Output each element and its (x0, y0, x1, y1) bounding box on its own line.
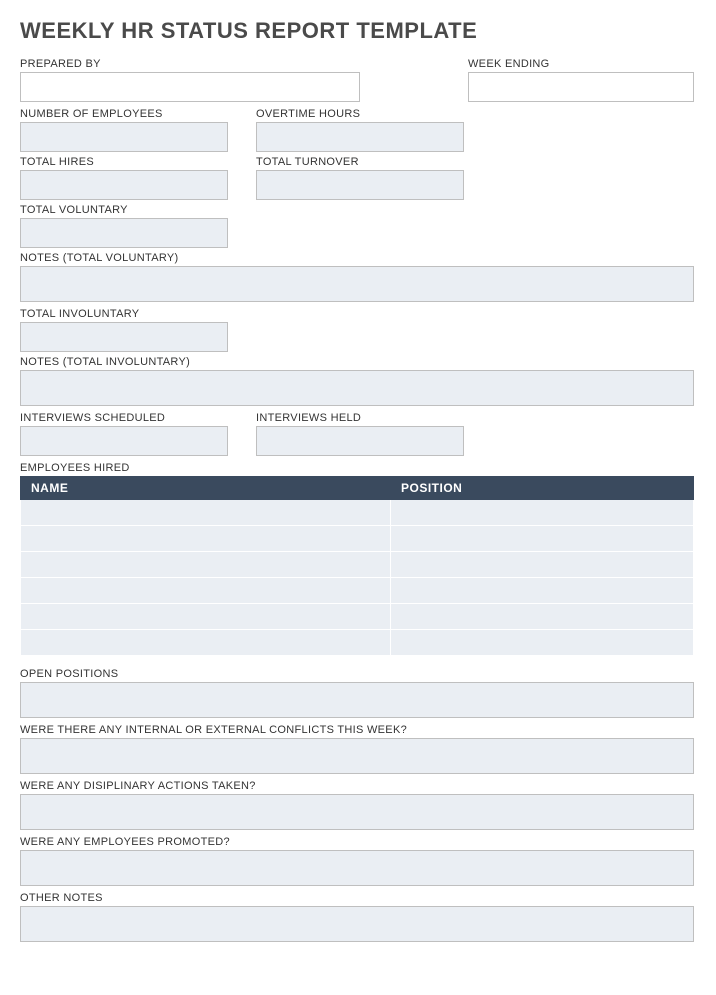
week-ending-input[interactable] (468, 72, 694, 102)
interviews-scheduled-input[interactable] (20, 426, 228, 456)
cell-name[interactable] (21, 500, 391, 526)
disciplinary-label: WERE ANY DISIPLINARY ACTIONS TAKEN? (20, 780, 696, 792)
total-involuntary-label: TOTAL INVOLUNTARY (20, 308, 228, 320)
num-employees-input[interactable] (20, 122, 228, 152)
notes-involuntary-label: NOTES (TOTAL INVOLUNTARY) (20, 356, 696, 368)
cell-name[interactable] (21, 578, 391, 604)
table-row (21, 526, 694, 552)
cell-position[interactable] (391, 630, 694, 656)
week-ending-label: WEEK ENDING (468, 58, 694, 70)
total-turnover-input[interactable] (256, 170, 464, 200)
page-title: WEEKLY HR STATUS REPORT TEMPLATE (20, 18, 696, 44)
total-turnover-label: TOTAL TURNOVER (256, 156, 464, 168)
other-notes-input[interactable] (20, 906, 694, 942)
table-header-position: POSITION (391, 477, 694, 500)
conflicts-input[interactable] (20, 738, 694, 774)
promoted-input[interactable] (20, 850, 694, 886)
disciplinary-input[interactable] (20, 794, 694, 830)
cell-name[interactable] (21, 552, 391, 578)
notes-voluntary-input[interactable] (20, 266, 694, 302)
prepared-by-label: PREPARED BY (20, 58, 360, 70)
table-row (21, 578, 694, 604)
total-involuntary-input[interactable] (20, 322, 228, 352)
total-hires-label: TOTAL HIRES (20, 156, 228, 168)
prepared-by-input[interactable] (20, 72, 360, 102)
cell-position[interactable] (391, 500, 694, 526)
total-voluntary-label: TOTAL VOLUNTARY (20, 204, 228, 216)
open-positions-input[interactable] (20, 682, 694, 718)
employees-hired-table: NAME POSITION (20, 476, 694, 656)
table-header-name: NAME (21, 477, 391, 500)
interviews-held-input[interactable] (256, 426, 464, 456)
other-notes-label: OTHER NOTES (20, 892, 696, 904)
cell-position[interactable] (391, 526, 694, 552)
interviews-held-label: INTERVIEWS HELD (256, 412, 464, 424)
table-row (21, 630, 694, 656)
total-hires-input[interactable] (20, 170, 228, 200)
total-voluntary-input[interactable] (20, 218, 228, 248)
interviews-scheduled-label: INTERVIEWS SCHEDULED (20, 412, 228, 424)
employees-hired-label: EMPLOYEES HIRED (20, 462, 696, 474)
notes-voluntary-label: NOTES (TOTAL VOLUNTARY) (20, 252, 696, 264)
open-positions-label: OPEN POSITIONS (20, 668, 696, 680)
cell-position[interactable] (391, 552, 694, 578)
cell-position[interactable] (391, 578, 694, 604)
num-employees-label: NUMBER OF EMPLOYEES (20, 108, 228, 120)
cell-name[interactable] (21, 604, 391, 630)
conflicts-label: WERE THERE ANY INTERNAL OR EXTERNAL CONF… (20, 724, 696, 736)
notes-involuntary-input[interactable] (20, 370, 694, 406)
table-row (21, 552, 694, 578)
cell-name[interactable] (21, 526, 391, 552)
table-row (21, 500, 694, 526)
cell-position[interactable] (391, 604, 694, 630)
overtime-hours-label: OVERTIME HOURS (256, 108, 464, 120)
overtime-hours-input[interactable] (256, 122, 464, 152)
promoted-label: WERE ANY EMPLOYEES PROMOTED? (20, 836, 696, 848)
cell-name[interactable] (21, 630, 391, 656)
table-row (21, 604, 694, 630)
